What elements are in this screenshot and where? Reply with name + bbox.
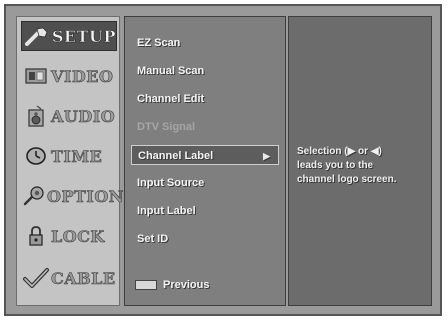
clock-icon	[21, 143, 51, 169]
monitor-icon	[21, 63, 51, 89]
main-menu-label: TIME	[51, 146, 103, 166]
main-menu-item-audio[interactable]: AUDIO	[21, 101, 117, 131]
previous-label: Previous	[163, 279, 210, 291]
main-menu-label: LOCK	[51, 226, 105, 246]
main-menu-item-video[interactable]: VIDEO	[21, 61, 117, 91]
main-menu-label: VIDEO	[51, 66, 114, 86]
main-menu-label: AUDIO	[51, 106, 116, 126]
help-line: channel logo screen.	[297, 174, 397, 185]
submenu-item-channel-label[interactable]: Channel Label ▶	[131, 145, 279, 165]
help-line: leads you to the	[297, 160, 374, 171]
submenu-item-dtv-signal: DTV Signal	[137, 121, 196, 133]
main-menu-label: CABLE	[51, 268, 116, 288]
help-line: Selection (▶ or ◀)	[297, 146, 382, 157]
lock-icon	[21, 223, 51, 249]
submenu-item-input-source[interactable]: Input Source	[131, 173, 279, 193]
menu-key-icon	[135, 280, 157, 290]
main-menu-item-option[interactable]: OPTION	[21, 181, 124, 211]
submenu-item-input-label[interactable]: Input Label	[131, 201, 279, 221]
checkmark-icon	[21, 265, 51, 291]
right-arrow-icon: ▶	[263, 151, 270, 161]
setup-menu-screen: SETUP VIDEO AUDIO TIME OPTION LOCK CABLE…	[4, 4, 442, 316]
main-menu-label: OPTION	[47, 186, 124, 206]
submenu-item-channel-edit[interactable]: Channel Edit	[131, 89, 279, 109]
speaker-icon	[21, 103, 51, 129]
gear-icon	[21, 183, 47, 209]
submenu-item-ez-scan[interactable]: EZ Scan	[131, 33, 279, 53]
main-menu-label: SETUP	[51, 26, 116, 46]
previous-hint[interactable]: Previous	[135, 279, 209, 291]
help-text: Selection (▶ or ◀) leads you to the chan…	[297, 145, 427, 187]
help-panel: Selection (▶ or ◀) leads you to the chan…	[288, 16, 432, 306]
main-menu-item-setup[interactable]: SETUP	[21, 21, 117, 51]
wrench-icon	[22, 23, 52, 49]
main-menu-item-lock[interactable]: LOCK	[21, 221, 117, 251]
submenu-item-label: Channel Label	[138, 150, 214, 162]
main-menu-item-time[interactable]: TIME	[21, 141, 117, 171]
main-menu-item-cable[interactable]: CABLE	[21, 263, 117, 293]
submenu-item-set-id[interactable]: Set ID	[131, 229, 279, 249]
submenu-item-manual-scan[interactable]: Manual Scan	[131, 61, 279, 81]
main-menu: SETUP VIDEO AUDIO TIME OPTION LOCK CABLE	[16, 16, 124, 306]
setup-submenu: EZ Scan Manual Scan Channel Edit DTV Sig…	[124, 16, 286, 306]
